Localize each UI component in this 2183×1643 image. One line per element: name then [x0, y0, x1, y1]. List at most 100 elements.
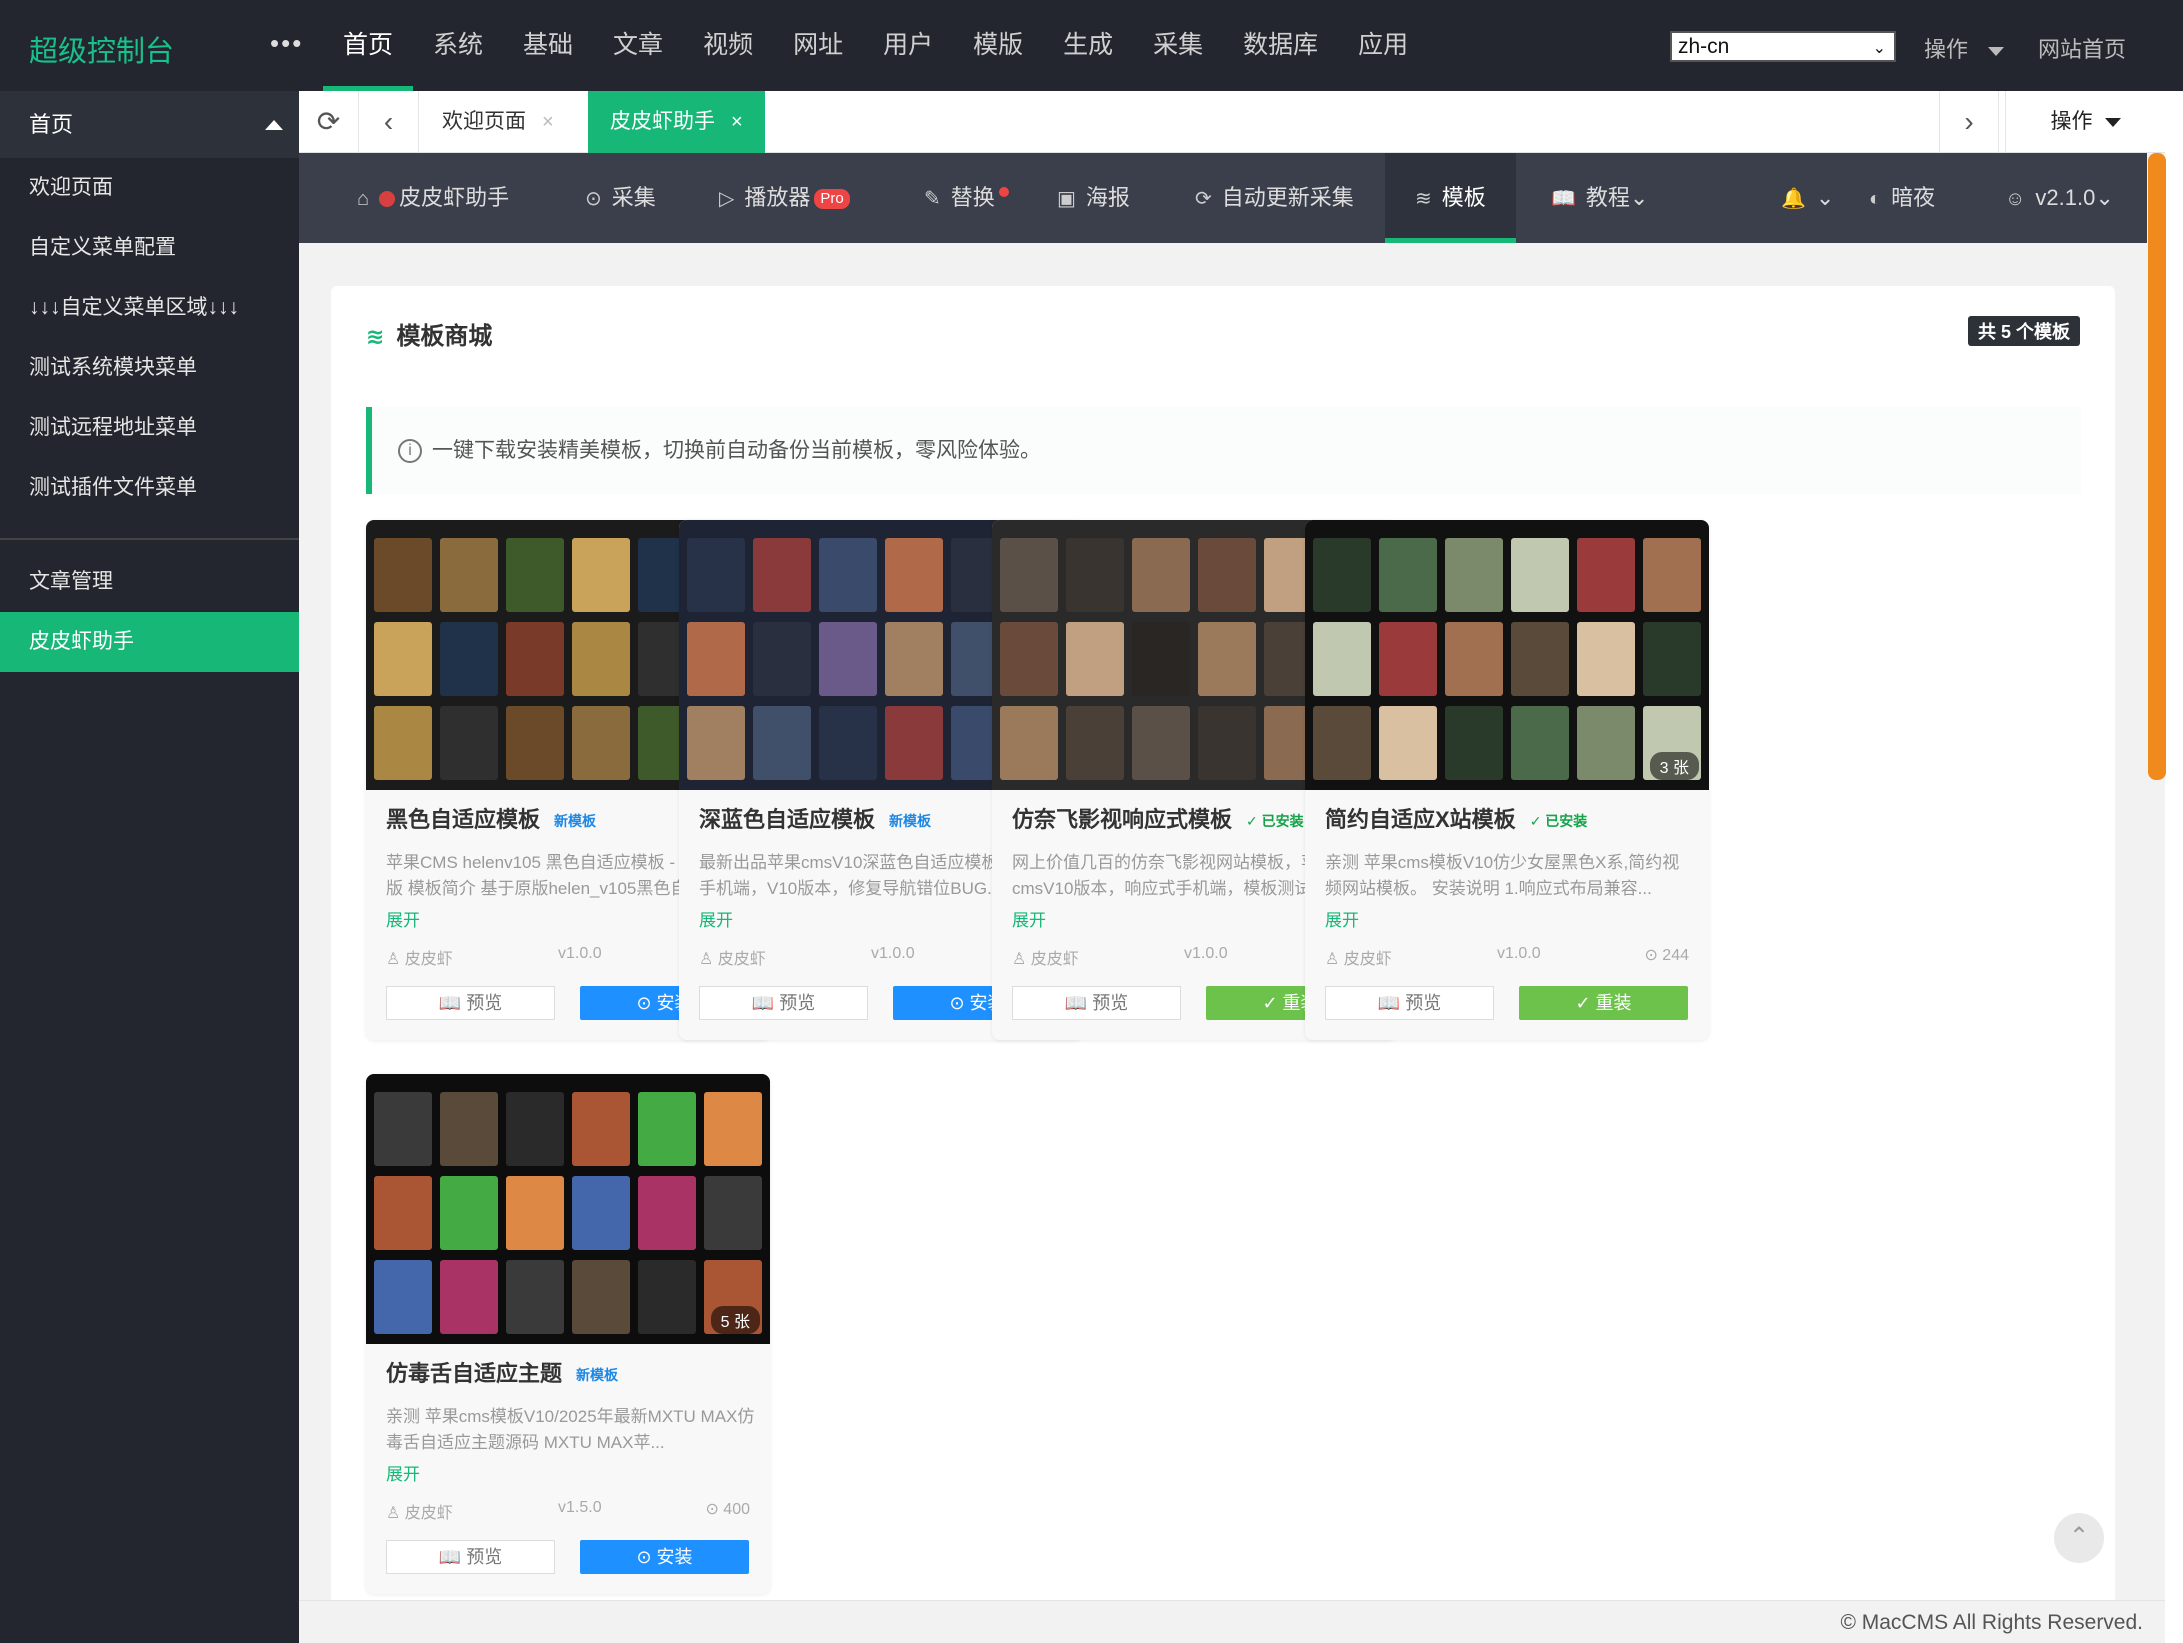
toolbar-auto-update[interactable]: ⟳ 自动更新采集	[1195, 153, 1354, 243]
chevron-down-icon: ⌄	[1629, 185, 1649, 210]
tab-operations-menu[interactable]: 操作	[2005, 91, 2165, 153]
toolbar-label: 暗夜	[1891, 185, 1936, 210]
sidebar-divider	[0, 538, 299, 540]
sync-icon: ⟳	[1195, 188, 1212, 210]
top-nav-item[interactable]: 基础	[503, 0, 593, 91]
top-nav-item[interactable]: 首页	[323, 0, 414, 91]
notice-text: 一键下载安装精美模板，切换前自动备份当前模板，零风险体验。	[432, 439, 1041, 462]
template-store-panel: ≋ 模板商城 共 5 个模板 i 一键下载安装精美模板，切换前自动备份当前模板，零风…	[331, 286, 2115, 1606]
book-icon: 📖	[1551, 188, 1576, 210]
author: ♙ 皮皮虾	[699, 945, 766, 969]
top-nav-item[interactable]: 模版	[953, 0, 1043, 91]
template-name: 简约自适应X站模板 ✓ 已安装	[1325, 802, 1587, 834]
top-nav-item[interactable]: 文章	[593, 0, 683, 91]
sidebar-item-pipixia[interactable]: 皮皮虾助手	[0, 612, 299, 672]
home-icon: ⌂	[357, 188, 370, 210]
chevron-right-icon[interactable]: ›	[1939, 91, 1999, 153]
template-status-badge: ✓ 已安装	[1529, 813, 1588, 830]
refresh-icon[interactable]: ⟳	[299, 91, 359, 153]
reinstall-button[interactable]: ✓ 重装	[1519, 986, 1688, 1020]
toolbar-player[interactable]: ▷ 播放器 Pro	[719, 153, 850, 243]
top-nav-item[interactable]: 用户	[863, 0, 953, 91]
version: v1.0.0	[1184, 945, 1228, 962]
sidebar-item[interactable]: 欢迎页面	[0, 158, 299, 218]
preview-button[interactable]: 📖 预览	[386, 986, 555, 1020]
top-operations-menu[interactable]: 操作	[1924, 32, 2005, 64]
top-nav-item[interactable]: 生成	[1043, 0, 1133, 91]
chevron-left-icon[interactable]: ‹	[359, 91, 419, 153]
expand-link[interactable]: 展开	[699, 906, 733, 931]
back-to-top-icon[interactable]: ⌃	[2054, 1513, 2104, 1563]
sidebar-item[interactable]: 测试系统模块菜单	[0, 338, 299, 398]
site-home-link[interactable]: 网站首页	[2038, 32, 2126, 64]
toolbar-label: 皮皮虾助手	[399, 185, 510, 210]
toolbar-dark-mode[interactable]: ◐ 暗夜	[1869, 153, 1935, 243]
tab-welcome[interactable]: 欢迎页面 ×	[420, 91, 576, 153]
book-icon: 📖	[438, 993, 467, 1013]
preview-button[interactable]: 📖 预览	[386, 1540, 555, 1574]
preview-label: 预览	[466, 1547, 503, 1567]
toolbar-poster[interactable]: ▣ 海报	[1057, 153, 1130, 243]
preview-button[interactable]: 📖 预览	[699, 986, 868, 1020]
toolbar-tutorial[interactable]: 📖 教程⌄	[1551, 153, 1648, 243]
author-name: 皮皮虾	[717, 951, 766, 968]
book-icon: 📖	[751, 993, 780, 1013]
toolbar-collect[interactable]: ⊙ 采集	[585, 153, 656, 243]
palette-icon: ◐	[1869, 188, 1882, 210]
close-icon[interactable]: ×	[731, 111, 743, 133]
sidebar-item[interactable]: 测试远程地址菜单	[0, 398, 299, 458]
toolbar-replace[interactable]: ✎ 替换	[924, 153, 1009, 243]
toolbar-notifications[interactable]: 🔔 ⌄	[1781, 153, 1834, 243]
sidebar-group-label: 首页	[29, 112, 74, 137]
expand-link[interactable]: 展开	[1012, 906, 1046, 931]
expand-link[interactable]: 展开	[1325, 906, 1359, 931]
template-count-badge: 共 5 个模板	[1967, 316, 2080, 346]
tab-pipixia[interactable]: 皮皮虾助手 ×	[588, 91, 765, 153]
template-status-badge: 新模板	[576, 1367, 619, 1384]
chevron-down-icon: ⌄	[1815, 185, 1835, 210]
toolbar-home[interactable]: ⌂ 皮皮虾助手	[357, 153, 509, 243]
page-title-text: 模板商城	[396, 323, 493, 350]
top-nav-item[interactable]: 网址	[773, 0, 863, 91]
author: ♙ 皮皮虾	[1325, 945, 1392, 969]
toolbar-label: 模板	[1441, 185, 1486, 210]
download-count-value: 244	[1662, 947, 1689, 964]
more-icon[interactable]: •••	[270, 28, 303, 59]
template-screenshot[interactable]: 5 张	[366, 1074, 770, 1344]
sidebar-item[interactable]: 自定义菜单配置	[0, 218, 299, 278]
top-nav-item[interactable]: 应用	[1338, 0, 1428, 91]
install-button[interactable]: ⊙ 安装	[580, 1540, 749, 1574]
image-icon: ▣	[1057, 188, 1076, 210]
sidebar-group-home[interactable]: 首页	[0, 91, 299, 158]
download-count: ⊙ 400	[705, 1499, 750, 1519]
toolbar-template[interactable]: ≋ 模板	[1385, 153, 1516, 243]
scrollbar-thumb[interactable]	[2148, 153, 2166, 780]
toolbar-label: 替换	[950, 185, 995, 210]
template-name: 黑色自适应模板 新模板	[386, 802, 596, 834]
template-screenshot[interactable]: 3 张	[1305, 520, 1709, 790]
template-status-badge: ✓ 已安装	[1246, 813, 1304, 830]
preview-button[interactable]: 📖 预览	[1012, 986, 1181, 1020]
top-nav-item[interactable]: 视频	[683, 0, 773, 91]
pro-badge: Pro	[814, 189, 850, 210]
app-logo[interactable]: 超级控制台	[29, 28, 174, 70]
language-select[interactable]: zh-cn ⌄	[1670, 31, 1896, 62]
toolbar-version[interactable]: ☺ v2.1.0⌄	[2005, 153, 2114, 243]
expand-link[interactable]: 展开	[386, 1460, 420, 1485]
expand-link[interactable]: 展开	[386, 906, 420, 931]
scrollbar-track[interactable]	[2165, 91, 2183, 1643]
sidebar-item-articles[interactable]: 文章管理	[0, 552, 299, 612]
user-icon: ♙	[699, 951, 718, 968]
top-nav-item[interactable]: 系统	[413, 0, 503, 91]
footer: © MacCMS All Rights Reserved.	[299, 1600, 2165, 1643]
caret-down-icon	[1988, 46, 2005, 56]
close-icon[interactable]: ×	[542, 111, 554, 133]
template-card: 5 张 仿毒舌自适应主题 新模板 亲测 苹果cms模板V10/2025年最新MXT…	[366, 1074, 770, 1594]
preview-button[interactable]: 📖 预览	[1325, 986, 1494, 1020]
top-nav-item[interactable]: 采集	[1133, 0, 1223, 91]
sidebar-item[interactable]: 测试插件文件菜单	[0, 458, 299, 518]
sidebar-item[interactable]: ↓↓↓自定义菜单区域↓↓↓	[0, 278, 299, 338]
top-nav-item[interactable]: 数据库	[1223, 0, 1338, 91]
preview-label: 预览	[466, 993, 503, 1013]
pencil-icon: ✎	[924, 188, 941, 210]
